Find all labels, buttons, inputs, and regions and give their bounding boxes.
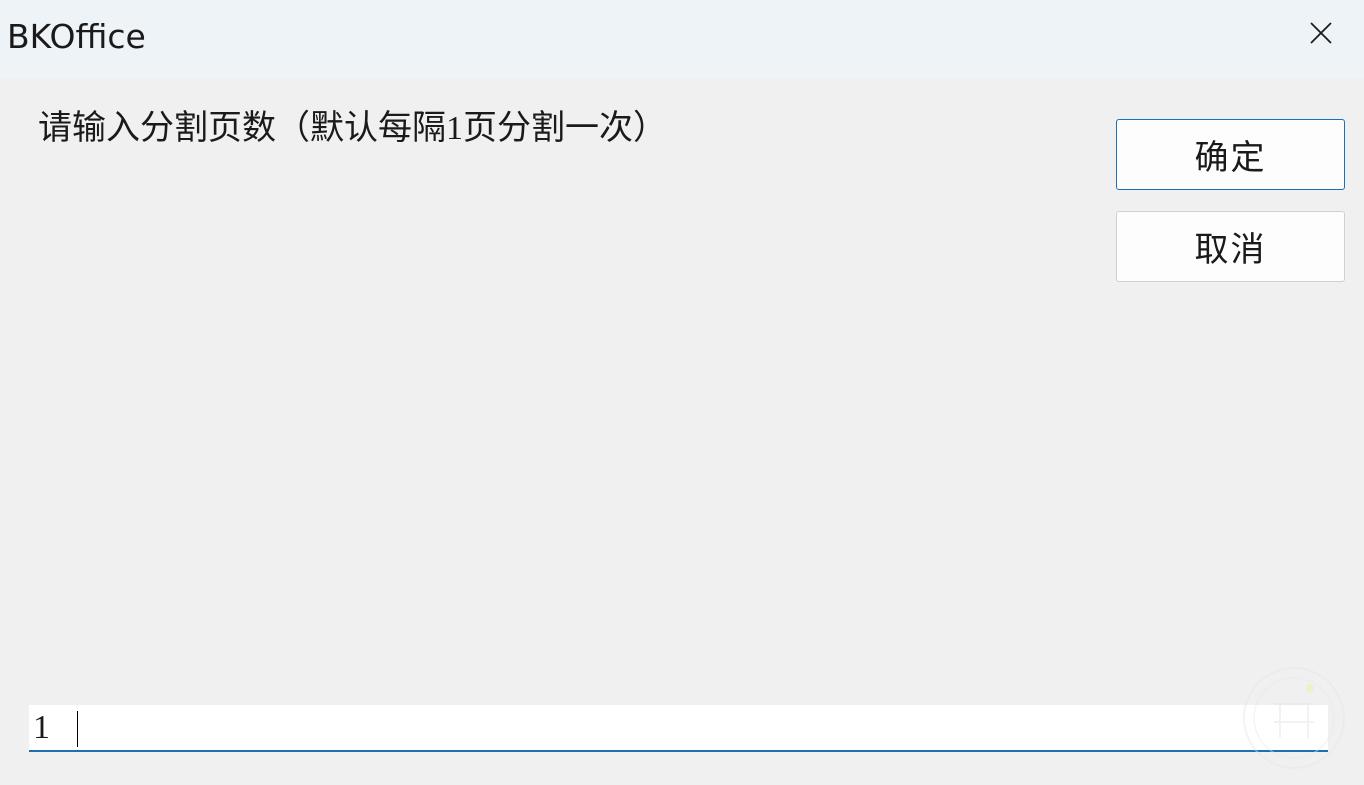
page-count-input[interactable] [29,705,1328,750]
ok-button[interactable]: 确定 [1116,119,1345,190]
text-caret [77,711,78,747]
dialog-window: BKOffice 请输入分割页数（默认每隔1页分割一次） 确定 取消 [0,0,1364,785]
cancel-button[interactable]: 取消 [1116,211,1345,282]
window-title: BKOffice [7,17,146,56]
title-bar[interactable]: BKOffice [0,0,1364,78]
prompt-label: 请输入分割页数（默认每隔1页分割一次） [38,110,667,147]
close-button[interactable] [1278,0,1364,70]
page-count-field[interactable] [29,705,1328,752]
close-icon [1309,21,1333,50]
watermark-logo-icon [1240,664,1348,772]
